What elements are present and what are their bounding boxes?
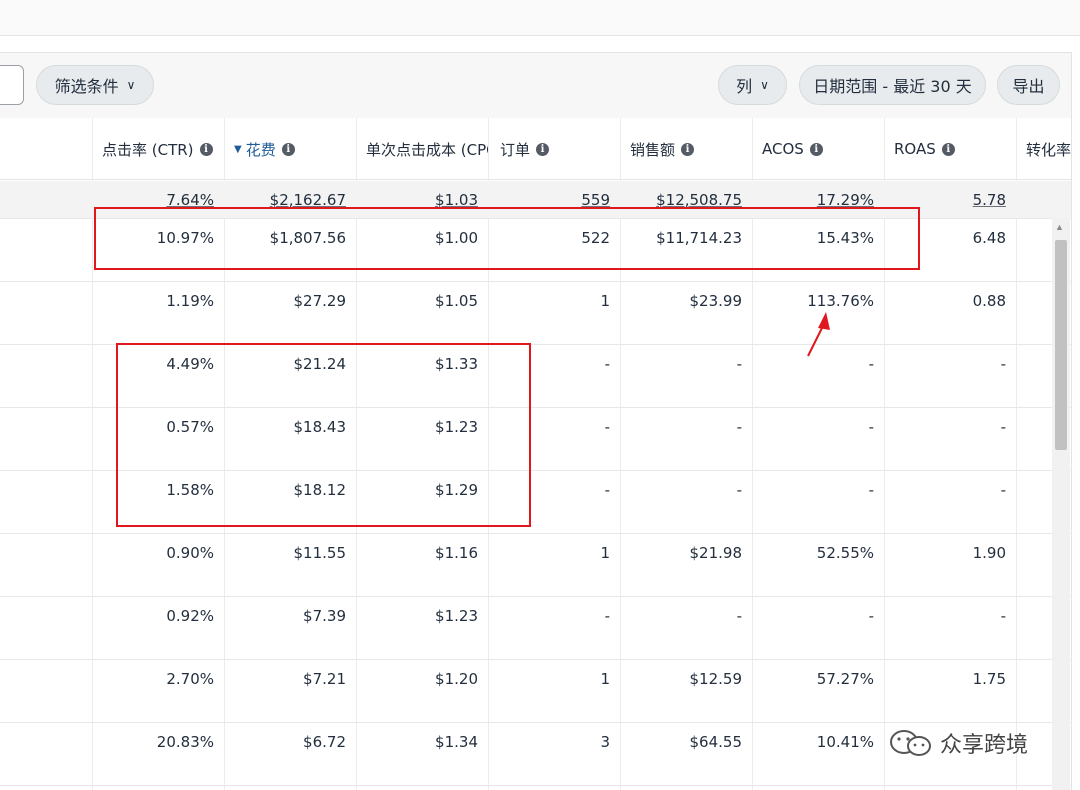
row-divider bbox=[0, 596, 1071, 597]
highlight-box-top-row bbox=[94, 207, 920, 270]
column-header-acos[interactable]: ACOS i bbox=[752, 118, 884, 180]
cell-acos: 57.27% bbox=[816, 670, 874, 688]
export-button[interactable]: 导出 bbox=[997, 65, 1060, 105]
wechat-icon bbox=[890, 730, 931, 756]
filter-button[interactable]: 筛选条件 ∨ bbox=[36, 65, 154, 105]
chevron-down-icon: ∨ bbox=[760, 78, 769, 92]
cell-roas: - bbox=[1000, 481, 1006, 499]
cell-sales: - bbox=[736, 418, 742, 436]
scroll-up-arrow-icon[interactable]: ▲ bbox=[1055, 222, 1064, 232]
cell-ctr: 20.83% bbox=[156, 733, 214, 751]
cell-roas: 0.88 bbox=[972, 292, 1006, 310]
info-icon[interactable]: i bbox=[941, 142, 955, 156]
cell-spend: $11.55 bbox=[293, 544, 347, 562]
search-input[interactable] bbox=[0, 65, 24, 105]
columns-button[interactable]: 列 ∨ bbox=[718, 65, 787, 105]
columns-button-label: 列 bbox=[736, 77, 753, 96]
cell-acos: 52.55% bbox=[816, 544, 874, 562]
watermark: 众享跨境 bbox=[888, 726, 1028, 760]
cell-sales: $21.98 bbox=[689, 544, 743, 562]
scrollbar-thumb[interactable] bbox=[1055, 240, 1067, 450]
row-divider bbox=[0, 533, 1071, 534]
cell-cpc: $1.23 bbox=[435, 607, 478, 625]
cell-acos: - bbox=[868, 481, 874, 499]
cell-sales: $12.59 bbox=[689, 670, 743, 688]
cell-roas: - bbox=[1000, 607, 1006, 625]
filter-button-label: 筛选条件 bbox=[54, 77, 119, 96]
cell-orders: 1 bbox=[600, 292, 610, 310]
column-header-cvr[interactable]: 转化率 bbox=[1016, 118, 1072, 180]
watermark-text: 众享跨境 bbox=[940, 733, 1029, 758]
cell-cpc: $1.34 bbox=[435, 733, 478, 751]
cell-acos: - bbox=[868, 418, 874, 436]
column-header-sales[interactable]: 销售额 i bbox=[620, 118, 752, 180]
top-bar bbox=[0, 0, 1080, 36]
arrow-shaft bbox=[807, 323, 825, 357]
column-header-label: 花费 bbox=[245, 140, 276, 159]
info-icon[interactable]: i bbox=[809, 142, 823, 156]
column-header-label: ROAS bbox=[894, 140, 936, 158]
column-header-spend[interactable]: ▼ 花费 i bbox=[224, 118, 356, 180]
cell-spend: $6.72 bbox=[303, 733, 346, 751]
column-header-ctr[interactable]: 点击率 (CTR) i bbox=[92, 118, 224, 180]
row-divider bbox=[0, 785, 1071, 786]
sort-desc-icon: ▼ bbox=[234, 143, 242, 155]
cell-ctr: 1.19% bbox=[166, 292, 214, 310]
row-divider bbox=[0, 659, 1071, 660]
column-header-label: 点击率 (CTR) bbox=[102, 140, 194, 159]
cell-ctr: 0.92% bbox=[166, 607, 214, 625]
column-header-label: 单次点击成本 (CPC bbox=[366, 140, 488, 159]
cell-acos: - bbox=[868, 607, 874, 625]
cell-sales: - bbox=[736, 355, 742, 373]
cell-spend: $7.21 bbox=[303, 670, 346, 688]
column-header-label: 转化率 bbox=[1026, 140, 1072, 159]
cell-sales: $23.99 bbox=[689, 292, 743, 310]
cell-roas: 1.75 bbox=[972, 670, 1006, 688]
cell-spend: $7.39 bbox=[303, 607, 346, 625]
column-header-cpc[interactable]: 单次点击成本 (CPC bbox=[356, 118, 488, 180]
cell-ctr: 2.70% bbox=[166, 670, 214, 688]
column-header-roas[interactable]: ROAS i bbox=[884, 118, 1016, 180]
row-divider bbox=[0, 281, 1071, 282]
cell-roas: 1.90 bbox=[972, 544, 1006, 562]
cell-orders: - bbox=[604, 607, 610, 625]
cell-roas: - bbox=[1000, 355, 1006, 373]
cell-orders: 1 bbox=[600, 670, 610, 688]
cell-acos: 10.41% bbox=[816, 733, 874, 751]
arrow-head bbox=[818, 312, 830, 330]
column-header-orders[interactable]: 订单 i bbox=[488, 118, 620, 180]
cell-sales: - bbox=[736, 481, 742, 499]
chevron-down-icon: ∨ bbox=[126, 78, 136, 92]
cell-cpc: $1.05 bbox=[435, 292, 478, 310]
cell-orders: 3 bbox=[600, 733, 610, 751]
cell-spend: $27.29 bbox=[293, 292, 347, 310]
info-icon[interactable]: i bbox=[281, 142, 295, 156]
date-range-button[interactable]: 日期范围 - 最近 30 天 bbox=[799, 65, 986, 105]
info-icon[interactable]: i bbox=[199, 142, 213, 156]
info-icon[interactable]: i bbox=[681, 142, 695, 156]
row-divider bbox=[0, 722, 1071, 723]
cell-cpc: $1.16 bbox=[435, 544, 478, 562]
column-header-label: 订单 bbox=[500, 140, 531, 159]
cell-sales: $64.55 bbox=[689, 733, 743, 751]
cell-ctr: 0.90% bbox=[166, 544, 214, 562]
highlight-box-no-orders bbox=[116, 343, 531, 527]
cell-orders: 1 bbox=[600, 544, 610, 562]
cell-sales: - bbox=[736, 607, 742, 625]
cell-cpc: $1.20 bbox=[435, 670, 478, 688]
cell-roas: - bbox=[1000, 418, 1006, 436]
annotation-arrow-icon bbox=[807, 312, 830, 357]
column-header-label: 销售额 bbox=[630, 140, 676, 159]
info-icon[interactable]: i bbox=[536, 142, 550, 156]
column-header-label: ACOS bbox=[762, 140, 804, 158]
export-button-label: 导出 bbox=[1012, 77, 1045, 96]
date-range-label: 日期范围 - 最近 30 天 bbox=[813, 77, 972, 96]
